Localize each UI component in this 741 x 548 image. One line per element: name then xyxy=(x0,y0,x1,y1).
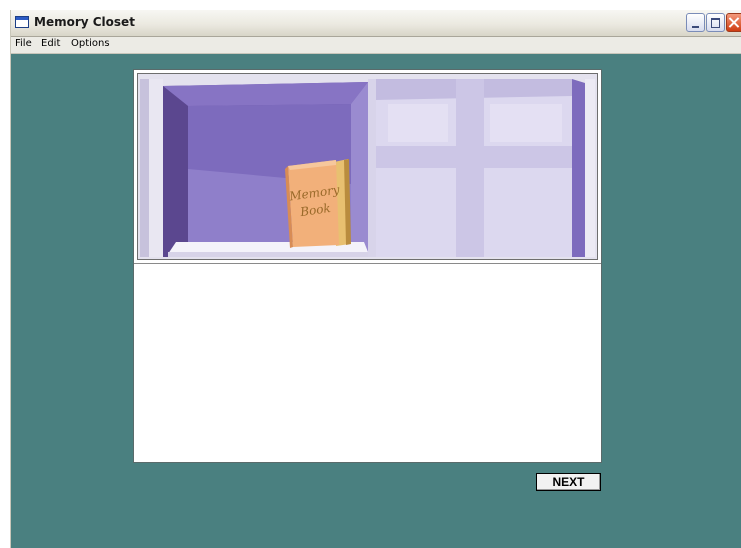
title-bar[interactable]: Memory Closet xyxy=(11,10,741,37)
menu-edit[interactable]: Edit xyxy=(41,38,60,49)
menu-bar: File Edit Options xyxy=(11,37,741,54)
close-button[interactable] xyxy=(726,13,741,32)
menu-options[interactable]: Options xyxy=(71,38,110,49)
app-window: Memory Closet File Edit Options Memory B… xyxy=(10,10,741,548)
maximize-button[interactable] xyxy=(706,13,725,32)
window-title: Memory Closet xyxy=(34,15,135,29)
text-display-area xyxy=(134,263,601,462)
closet-shelf-illustration: Memory Book xyxy=(137,73,598,260)
menu-file[interactable]: File xyxy=(15,38,32,49)
app-window-icon xyxy=(15,16,29,28)
memory-book-icon: Memory Book xyxy=(285,160,341,248)
next-button[interactable]: NEXT xyxy=(536,473,601,491)
minimize-button[interactable] xyxy=(686,13,705,32)
content-panel: Memory Book xyxy=(133,69,602,463)
